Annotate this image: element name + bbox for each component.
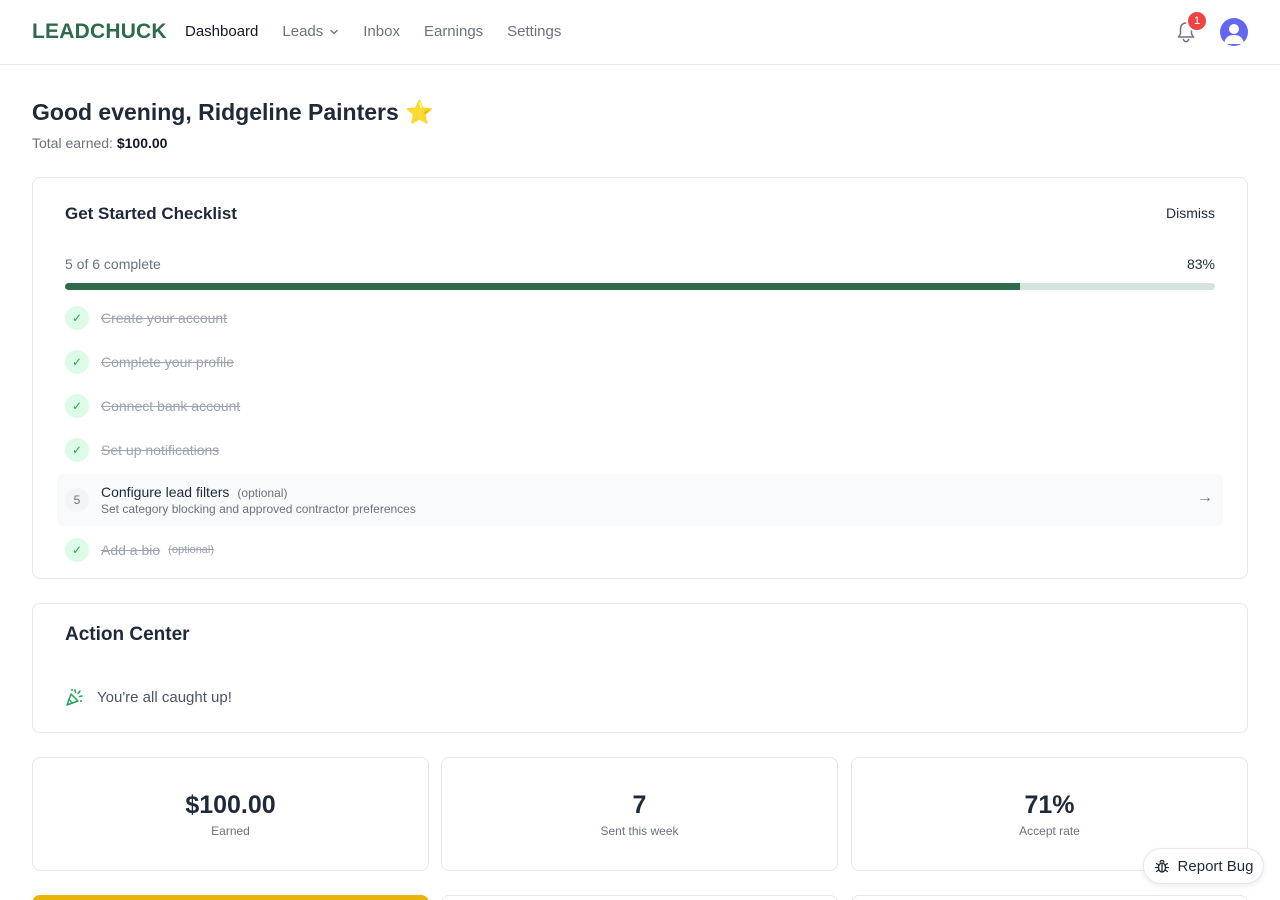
check-icon: ✓ <box>65 538 89 562</box>
user-silhouette-icon <box>1224 24 1244 44</box>
checklist-item-label: Add a bio <box>101 542 161 558</box>
optional-tag: (optional) <box>168 544 215 556</box>
nav-link-label: Leads <box>282 23 324 40</box>
get-started-checklist: Get Started Checklist Dismiss 5 of 6 com… <box>32 177 1248 579</box>
stat-value: 7 <box>632 791 647 819</box>
progress-label: 5 of 6 complete <box>65 256 161 272</box>
checklist-item-notifications[interactable]: ✓ Set up notifications <box>57 428 1223 472</box>
progress-bar <box>65 283 1215 290</box>
checklist-item-create-account[interactable]: ✓ Create your account <box>57 296 1223 340</box>
top-navbar: LEADCHUCK Dashboard Leads Inbox Earnings… <box>0 0 1280 65</box>
stat-value: 71% <box>1024 791 1075 819</box>
checklist-item-add-bio[interactable]: ✓ Add a bio (optional) <box>57 528 1223 572</box>
checklist-item-description: Set category blocking and approved contr… <box>101 502 416 516</box>
notification-badge: 1 <box>1186 10 1208 32</box>
checklist-item-lead-filters[interactable]: 5 Configure lead filters (optional) Set c… <box>57 474 1223 526</box>
stat-card-earned: $100.00 Earned <box>32 757 429 871</box>
nav-link-label: Earnings <box>423 23 484 40</box>
check-icon: ✓ <box>65 394 89 418</box>
nav-link-label: Settings <box>507 23 562 40</box>
checklist-item-label: Create your account <box>101 310 228 326</box>
checklist-item-complete-profile[interactable]: ✓ Complete your profile <box>57 340 1223 384</box>
total-earned-value: $100.00 <box>116 135 168 151</box>
stat-label: Sent this week <box>600 824 679 838</box>
nav-link-label: Dashboard <box>185 23 259 40</box>
summary-card <box>441 895 838 900</box>
action-center-title: Action Center <box>65 624 190 645</box>
chevron-down-icon <box>330 29 338 34</box>
stat-label: Accept rate <box>1019 824 1080 838</box>
highlight-card <box>32 895 429 900</box>
star-icon: ⭐ <box>405 99 434 125</box>
report-bug-label: Report Bug <box>1177 857 1254 875</box>
checklist-item-label: Configure lead filters <box>101 484 230 500</box>
nav-link-leads[interactable]: Leads <box>282 23 339 40</box>
arrow-right-icon: → <box>1197 489 1213 506</box>
checklist-item-label: Complete your profile <box>101 354 235 370</box>
checklist-item-title: Configure lead filters (optional) <box>101 484 416 500</box>
nav-link-inbox[interactable]: Inbox <box>363 23 400 40</box>
user-avatar-icon[interactable] <box>1220 18 1248 46</box>
greeting-text: Good evening, Ridgeline Painters <box>32 99 399 125</box>
optional-tag: (optional) <box>237 486 288 500</box>
checklist-item-label: Set up notifications <box>101 442 220 458</box>
summary-card <box>851 895 1248 900</box>
bug-icon <box>1154 859 1169 873</box>
dismiss-button[interactable]: Dismiss <box>1166 205 1215 221</box>
nav-links: Dashboard Leads Inbox Earnings Settings <box>185 23 561 40</box>
page-title: Good evening, Ridgeline Painters ⭐ <box>32 99 434 126</box>
progress-percent: 83% <box>1186 256 1215 272</box>
check-icon: ✓ <box>65 306 89 330</box>
action-center-message: You're all caught up! <box>97 688 232 706</box>
check-icon: ✓ <box>65 350 89 374</box>
stat-card-sent: 7 Sent this week <box>441 757 838 871</box>
logo[interactable]: LEADCHUCK <box>32 20 167 44</box>
nav-link-settings[interactable]: Settings <box>507 23 561 40</box>
checklist-item-body: Configure lead filters (optional) Set cat… <box>101 484 416 516</box>
checklist-item-label: Connect bank account <box>101 398 241 414</box>
stat-value: $100.00 <box>185 791 276 819</box>
total-earned: Total earned: $100.00 <box>32 135 167 151</box>
nav-link-earnings[interactable]: Earnings <box>424 23 483 40</box>
stat-label: Earned <box>211 824 250 838</box>
checklist-title: Get Started Checklist <box>65 204 237 223</box>
total-earned-label: Total earned: <box>32 135 113 151</box>
party-popper-icon <box>66 689 83 706</box>
action-center: Action Center You're all caught up! <box>32 603 1248 733</box>
check-icon: ✓ <box>65 438 89 462</box>
nav-link-dashboard[interactable]: Dashboard <box>185 23 258 40</box>
progress-bar-fill <box>65 283 1020 290</box>
report-bug-button[interactable]: Report Bug <box>1143 848 1264 884</box>
action-center-status: You're all caught up! <box>65 687 232 707</box>
checklist-item-connect-bank[interactable]: ✓ Connect bank account <box>57 384 1223 428</box>
step-number: 5 <box>65 488 89 512</box>
nav-link-label: Inbox <box>363 23 400 40</box>
